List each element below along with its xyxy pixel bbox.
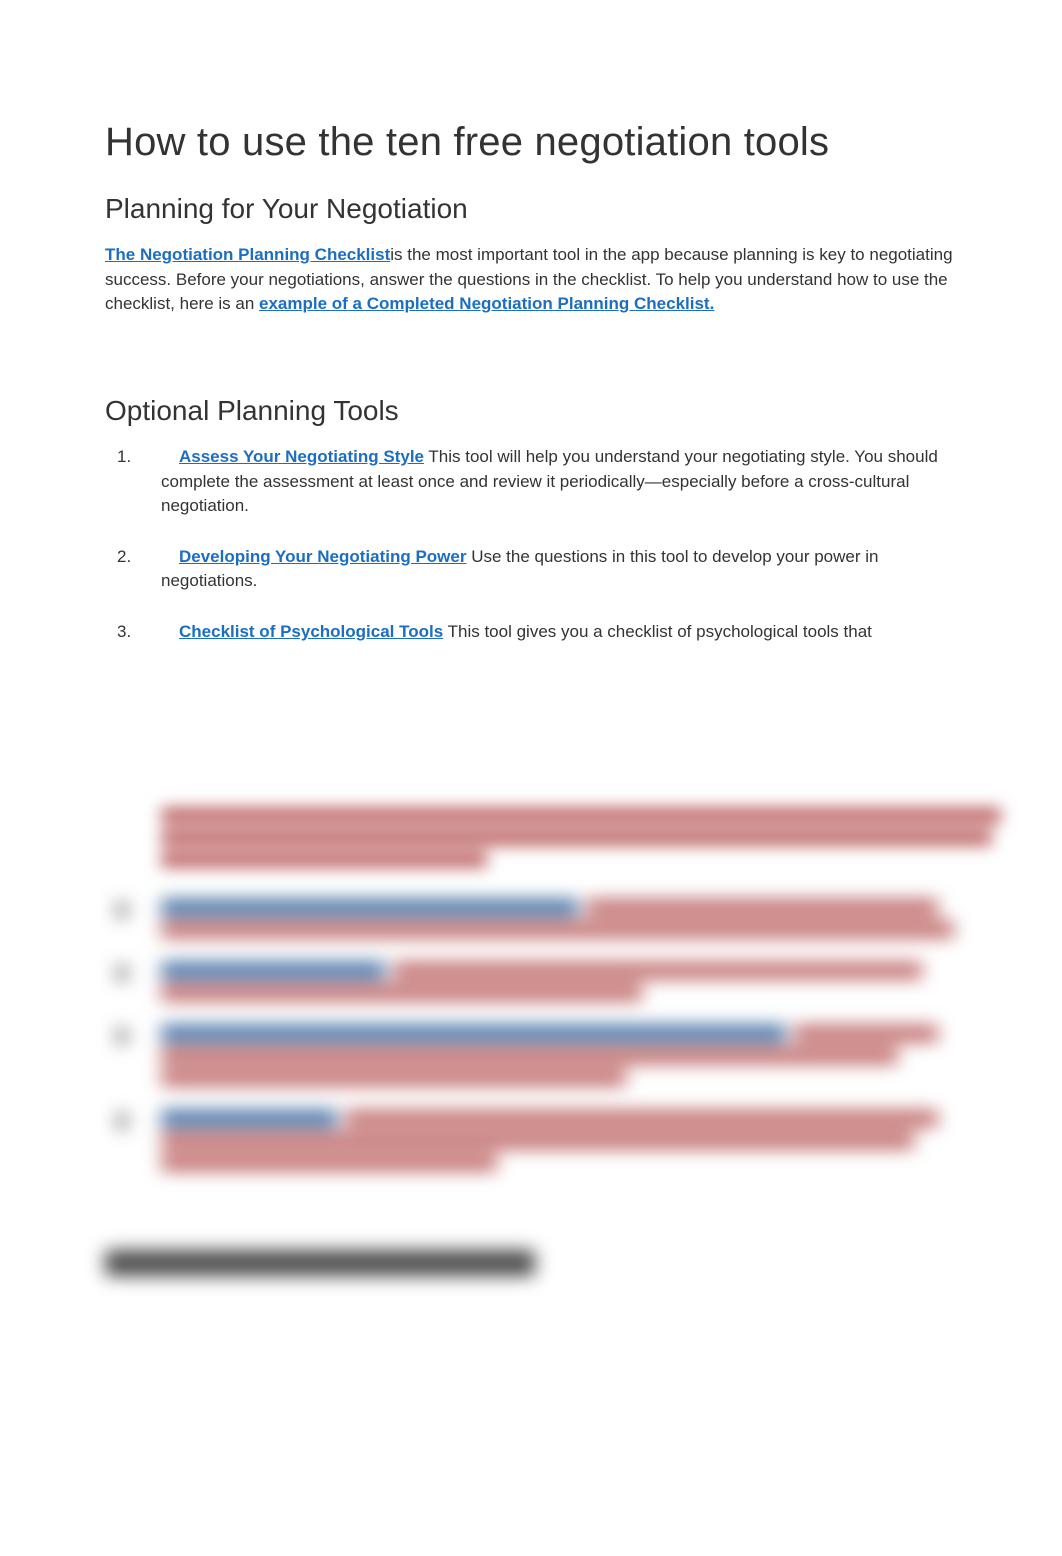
blurred-list-item <box>105 963 962 1000</box>
link-assess-style[interactable]: Assess Your Negotiating Style <box>179 447 424 466</box>
blurred-content-item3 <box>105 808 962 874</box>
page-title: How to use the ten free negotiation tool… <box>105 120 962 165</box>
link-developing-power[interactable]: Developing Your Negotiating Power <box>179 547 466 566</box>
link-psychological-tools[interactable]: Checklist of Psychological Tools <box>179 622 443 641</box>
list-item: Assess Your Negotiating Style This tool … <box>105 445 962 519</box>
section-heading-planning: Planning for Your Negotiation <box>105 193 962 225</box>
blurred-content-zone <box>0 900 1062 1556</box>
link-planning-checklist[interactable]: The Negotiation Planning Checklist <box>105 245 390 264</box>
blurred-list-item <box>105 900 962 937</box>
list-item: Developing Your Negotiating Power Use th… <box>105 545 962 594</box>
optional-tools-list: Assess Your Negotiating Style This tool … <box>105 445 962 645</box>
link-completed-example[interactable]: example of a Completed Negotiation Plann… <box>259 294 714 313</box>
blurred-list-item <box>105 1111 962 1170</box>
blurred-section-heading <box>105 1250 535 1276</box>
item-text: This tool gives you a checklist of psych… <box>443 622 872 641</box>
list-item: Checklist of Psychological Tools This to… <box>105 620 962 645</box>
intro-paragraph: The Negotiation Planning Checklistis the… <box>105 243 962 317</box>
section-heading-optional: Optional Planning Tools <box>105 395 962 427</box>
blurred-list-item <box>105 1026 962 1085</box>
